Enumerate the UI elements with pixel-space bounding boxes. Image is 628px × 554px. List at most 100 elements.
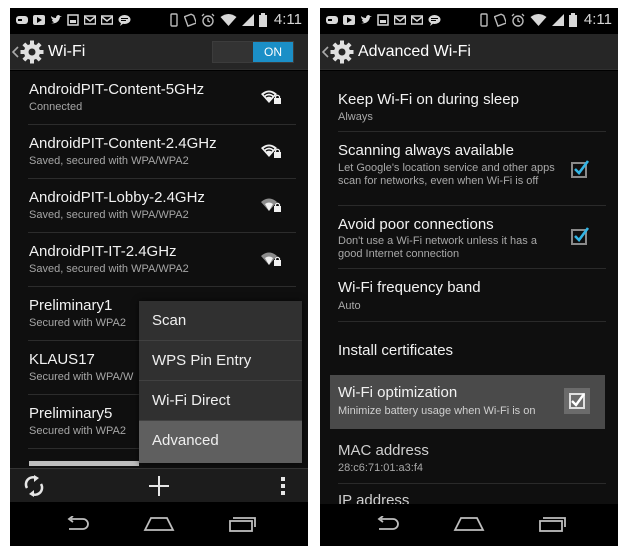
navigation-bar: [320, 504, 618, 546]
wifi-locked-icon: [261, 90, 281, 104]
wifi-locked-icon: [261, 252, 281, 266]
gmail-icon: [411, 15, 423, 25]
menu-item-label: Wi-Fi Direct: [152, 392, 231, 409]
menu-item-label: Scan: [152, 312, 187, 329]
setting-title: Install certificates: [338, 342, 454, 359]
menu-item-wps-pin[interactable]: WPS Pin Entry: [139, 341, 302, 381]
recent-apps-icon[interactable]: [228, 516, 256, 532]
network-name: AndroidPIT-Lobby-2.4GHz: [29, 189, 205, 206]
setting-title: Wi-Fi frequency band: [338, 279, 481, 296]
setting-keep-wifi-on[interactable]: Keep Wi-Fi on during sleep Always: [338, 71, 606, 132]
cell-signal-icon: [241, 13, 254, 26]
overflow-menu: Scan WPS Pin Entry Wi-Fi Direct Advanced: [139, 301, 302, 463]
battery-icon: [258, 12, 267, 27]
gmail-icon: [101, 15, 113, 25]
screenshot-icon: [67, 14, 79, 26]
screenshot-icon: [377, 14, 389, 26]
vibrate-icon: [480, 12, 488, 27]
network-status: Saved, secured with WPA/WPA2: [29, 263, 189, 275]
play-store-icon: [33, 15, 45, 25]
network-status: Secured with WPA/W: [29, 371, 134, 383]
network-item[interactable]: AndroidPIT-Lobby-2.4GHz Saved, secured w…: [28, 179, 296, 233]
bottom-action-bar: [10, 468, 308, 502]
avoid-poor-checkbox[interactable]: [571, 227, 590, 245]
home-icon[interactable]: [453, 516, 485, 532]
settings-gear-icon[interactable]: [330, 40, 354, 64]
setting-subtitle: 28:c6:71:01:a3:f4: [338, 462, 424, 474]
no-sim-icon: [493, 13, 506, 27]
back-icon[interactable]: [373, 516, 401, 532]
menu-item-wifi-direct[interactable]: Wi-Fi Direct: [139, 381, 302, 421]
gamepad-icon: [16, 16, 28, 24]
menu-item-label: WPS Pin Entry: [152, 352, 252, 369]
gmail-icon: [84, 15, 96, 25]
setting-scanning-always[interactable]: Scanning always available Let Google's l…: [338, 132, 606, 206]
menu-item-label: Advanced: [152, 432, 219, 449]
setting-avoid-poor-connections[interactable]: Avoid poor connections Don't use a Wi-Fi…: [338, 206, 606, 269]
setting-subtitle: Let Google's location service and other …: [338, 162, 555, 187]
recent-apps-icon[interactable]: [538, 516, 566, 532]
play-store-icon: [343, 15, 355, 25]
no-sim-icon: [183, 13, 196, 27]
wifi-toggle-switch[interactable]: ON: [212, 41, 294, 63]
menu-item-scan[interactable]: Scan: [139, 301, 302, 341]
gmail-icon: [394, 15, 406, 25]
home-icon[interactable]: [143, 516, 175, 532]
setting-title: Wi-Fi optimization: [338, 384, 458, 401]
notification-icons: [326, 14, 441, 26]
setting-subtitle: Auto: [338, 300, 361, 312]
setting-frequency-band[interactable]: Wi-Fi frequency band Auto: [338, 269, 606, 322]
back-icon[interactable]: [63, 516, 91, 532]
overflow-menu-icon[interactable]: [281, 477, 285, 495]
vibrate-icon: [170, 12, 178, 27]
alarm-icon: [511, 13, 525, 27]
status-bar: 4:11: [10, 8, 308, 34]
battery-icon: [568, 12, 577, 27]
network-item[interactable]: AndroidPIT-Content-5GHz Connected: [28, 71, 296, 125]
network-name: Preliminary1: [29, 297, 113, 314]
setting-subtitle: Always: [338, 111, 373, 123]
wifi-settings-screen: 4:11 Wi-Fi ON AndroidPIT-Content-5GHz Co…: [10, 8, 308, 546]
network-status: Connected: [29, 101, 83, 113]
wifi-locked-icon: [261, 144, 281, 158]
network-status: Saved, secured with WPA/WPA2: [29, 209, 189, 221]
status-bar: 4:11: [320, 8, 618, 34]
advanced-settings-list: Keep Wi-Fi on during sleep Always Scanni…: [320, 71, 618, 504]
info-ip-address: IP address: [338, 484, 606, 504]
network-name: AndroidPIT-IT-2.4GHz: [29, 243, 177, 260]
chat-icon: [428, 15, 441, 26]
network-item[interactable]: AndroidPIT-Content-2.4GHz Saved, secured…: [28, 125, 296, 179]
network-status: Secured with WPA2: [29, 317, 127, 329]
checkmark-icon: [574, 160, 590, 175]
add-network-icon[interactable]: [149, 476, 169, 496]
menu-item-advanced[interactable]: Advanced: [139, 421, 302, 463]
checkbox-frame: [569, 393, 585, 409]
action-bar: Wi-Fi ON: [10, 34, 308, 70]
page-title: Wi-Fi: [48, 43, 86, 60]
setting-title: MAC address: [338, 442, 429, 459]
wifi-signal-icon: [530, 13, 547, 26]
wps-push-icon[interactable]: [22, 474, 46, 498]
network-status: Secured with WPA2: [29, 425, 127, 437]
status-icons: 4:11: [169, 11, 302, 28]
checkmark-icon: [574, 227, 590, 242]
network-item[interactable]: AndroidPIT-IT-2.4GHz Saved, secured with…: [28, 233, 296, 287]
setting-wifi-optimization[interactable]: Wi-Fi optimization Minimize battery usag…: [330, 375, 605, 429]
setting-install-certificates[interactable]: Install certificates: [338, 322, 606, 375]
page-title: Advanced Wi-Fi: [358, 43, 471, 60]
checkmark-icon: [571, 393, 585, 407]
scanning-checkbox[interactable]: [571, 160, 590, 178]
setting-title: IP address: [338, 492, 410, 504]
clock: 4:11: [583, 11, 612, 28]
chat-icon: [118, 15, 131, 26]
network-name: AndroidPIT-Content-2.4GHz: [29, 135, 217, 152]
wifi-signal-icon: [220, 13, 237, 26]
setting-title: Scanning always available: [338, 142, 514, 159]
settings-gear-icon[interactable]: [20, 40, 44, 64]
twitter-icon: [361, 14, 372, 24]
cell-signal-icon: [551, 13, 564, 26]
optimization-checkbox[interactable]: [564, 388, 590, 414]
twitter-icon: [51, 14, 62, 24]
switch-on-label: ON: [253, 42, 293, 62]
clock: 4:11: [273, 11, 302, 28]
